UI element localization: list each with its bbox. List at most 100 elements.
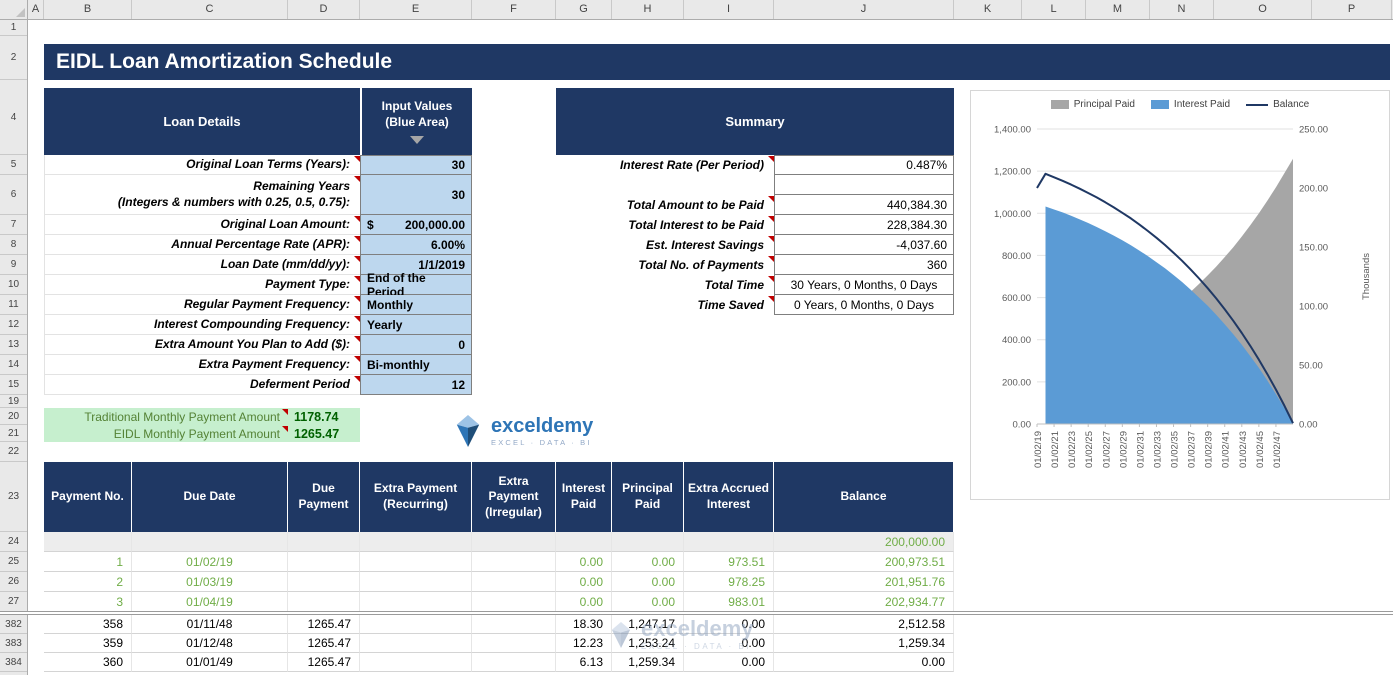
- table-cell[interactable]: [360, 653, 472, 672]
- table-cell[interactable]: 1265.47: [288, 634, 360, 653]
- dropdown-arrow-icon[interactable]: [410, 135, 424, 144]
- table-cell[interactable]: 978.25: [684, 572, 774, 592]
- table-header-interest-paid[interactable]: Interest Paid: [556, 462, 612, 532]
- table-cell[interactable]: [684, 532, 774, 552]
- table-cell[interactable]: 0.00: [774, 653, 954, 672]
- table-cell[interactable]: 1,247.17: [612, 615, 684, 634]
- column-header-a[interactable]: A: [28, 0, 44, 19]
- row-header-20[interactable]: 20: [0, 408, 27, 425]
- table-cell[interactable]: [472, 572, 556, 592]
- table-cell[interactable]: [288, 552, 360, 572]
- table-cell[interactable]: 1265.47: [288, 615, 360, 634]
- column-header-f[interactable]: F: [472, 0, 556, 19]
- table-cell[interactable]: 3: [44, 592, 132, 612]
- table-cell[interactable]: 1265.47: [288, 653, 360, 672]
- table-cell[interactable]: [360, 615, 472, 634]
- table-cell[interactable]: 0.00: [556, 552, 612, 572]
- table-cell[interactable]: 01/12/48: [132, 634, 288, 653]
- row-header-8[interactable]: 8: [0, 235, 27, 255]
- table-cell[interactable]: 0.00: [556, 592, 612, 612]
- table-header-due-date[interactable]: Due Date: [132, 462, 288, 532]
- table-cell[interactable]: 01/11/48: [132, 615, 288, 634]
- summary-value[interactable]: -4,037.60: [774, 235, 954, 255]
- row-header-26[interactable]: 26: [0, 572, 27, 592]
- table-header-payment-no-[interactable]: Payment No.: [44, 462, 132, 532]
- table-cell[interactable]: 202,934.77: [774, 592, 954, 612]
- table-cell[interactable]: 01/02/19: [132, 552, 288, 572]
- table-cell[interactable]: 12.23: [556, 634, 612, 653]
- loan-detail-input[interactable]: 12: [360, 375, 472, 395]
- column-header-o[interactable]: O: [1214, 0, 1312, 19]
- summary-value[interactable]: 0 Years, 0 Months, 0 Days: [774, 295, 954, 315]
- row-header-383[interactable]: 383: [0, 634, 27, 653]
- table-cell[interactable]: 358: [44, 615, 132, 634]
- table-cell[interactable]: [472, 592, 556, 612]
- table-cell[interactable]: 1,259.34: [774, 634, 954, 653]
- table-cell[interactable]: [472, 634, 556, 653]
- table-cell[interactable]: [288, 592, 360, 612]
- summary-value[interactable]: 228,384.30: [774, 215, 954, 235]
- table-cell[interactable]: [612, 532, 684, 552]
- table-cell[interactable]: [132, 532, 288, 552]
- table-cell[interactable]: [472, 615, 556, 634]
- table-cell[interactable]: 0.00: [684, 653, 774, 672]
- summary-value[interactable]: 360: [774, 255, 954, 275]
- table-cell[interactable]: [360, 572, 472, 592]
- table-cell[interactable]: 201,951.76: [774, 572, 954, 592]
- row-header-9[interactable]: 9: [0, 255, 27, 275]
- row-header-12[interactable]: 12: [0, 315, 27, 335]
- table-cell[interactable]: 359: [44, 634, 132, 653]
- row-header-384[interactable]: 384: [0, 653, 27, 672]
- table-cell[interactable]: 983.01: [684, 592, 774, 612]
- row-header-21[interactable]: 21: [0, 425, 27, 442]
- table-cell[interactable]: 01/01/49: [132, 653, 288, 672]
- row-header-7[interactable]: 7: [0, 215, 27, 235]
- table-cell[interactable]: 360: [44, 653, 132, 672]
- table-cell[interactable]: 01/04/19: [132, 592, 288, 612]
- table-cell[interactable]: [472, 532, 556, 552]
- column-header-i[interactable]: I: [684, 0, 774, 19]
- table-cell[interactable]: 973.51: [684, 552, 774, 572]
- column-header-l[interactable]: L: [1022, 0, 1086, 19]
- table-cell[interactable]: 200,973.51: [774, 552, 954, 572]
- monthly-payment-value[interactable]: 1178.74: [288, 408, 360, 425]
- column-header-m[interactable]: M: [1086, 0, 1150, 19]
- table-cell[interactable]: [472, 552, 556, 572]
- monthly-payment-value[interactable]: 1265.47: [288, 425, 360, 442]
- row-header-4[interactable]: 4: [0, 80, 27, 155]
- column-header-b[interactable]: B: [44, 0, 132, 19]
- table-header-balance[interactable]: Balance: [774, 462, 954, 532]
- table-header-extra-payment-recurring-[interactable]: Extra Payment (Recurring): [360, 462, 472, 532]
- column-header-j[interactable]: J: [774, 0, 954, 19]
- row-header-19[interactable]: 19: [0, 395, 27, 408]
- table-cell[interactable]: 0.00: [684, 615, 774, 634]
- loan-detail-input[interactable]: $200,000.00: [360, 215, 472, 235]
- column-header-h[interactable]: H: [612, 0, 684, 19]
- table-cell[interactable]: [360, 532, 472, 552]
- row-header-15[interactable]: 15: [0, 375, 27, 395]
- column-header-c[interactable]: C: [132, 0, 288, 19]
- loan-detail-input[interactable]: Bi-monthly: [360, 355, 472, 375]
- summary-value[interactable]: 440,384.30: [774, 195, 954, 215]
- table-cell[interactable]: [44, 532, 132, 552]
- table-cell[interactable]: [288, 532, 360, 552]
- column-header-p[interactable]: P: [1312, 0, 1392, 19]
- table-header-extra-payment-irregular-[interactable]: Extra Payment (Irregular): [472, 462, 556, 532]
- table-cell[interactable]: 0.00: [612, 552, 684, 572]
- table-cell[interactable]: 1,259.34: [612, 653, 684, 672]
- loan-detail-input[interactable]: 30: [360, 175, 472, 215]
- table-cell[interactable]: 1,253.24: [612, 634, 684, 653]
- row-header-23[interactable]: 23: [0, 462, 27, 532]
- table-cell[interactable]: 1: [44, 552, 132, 572]
- row-header-2[interactable]: 2: [0, 36, 27, 80]
- table-cell[interactable]: [472, 653, 556, 672]
- column-header-k[interactable]: K: [954, 0, 1022, 19]
- table-cell[interactable]: [360, 552, 472, 572]
- table-cell[interactable]: 0.00: [556, 572, 612, 592]
- table-cell[interactable]: [360, 592, 472, 612]
- row-header-10[interactable]: 10: [0, 275, 27, 295]
- table-header-extra-accrued-interest[interactable]: Extra Accrued Interest: [684, 462, 774, 532]
- table-cell[interactable]: [360, 634, 472, 653]
- row-header-5[interactable]: 5: [0, 155, 27, 175]
- table-cell[interactable]: 0.00: [612, 592, 684, 612]
